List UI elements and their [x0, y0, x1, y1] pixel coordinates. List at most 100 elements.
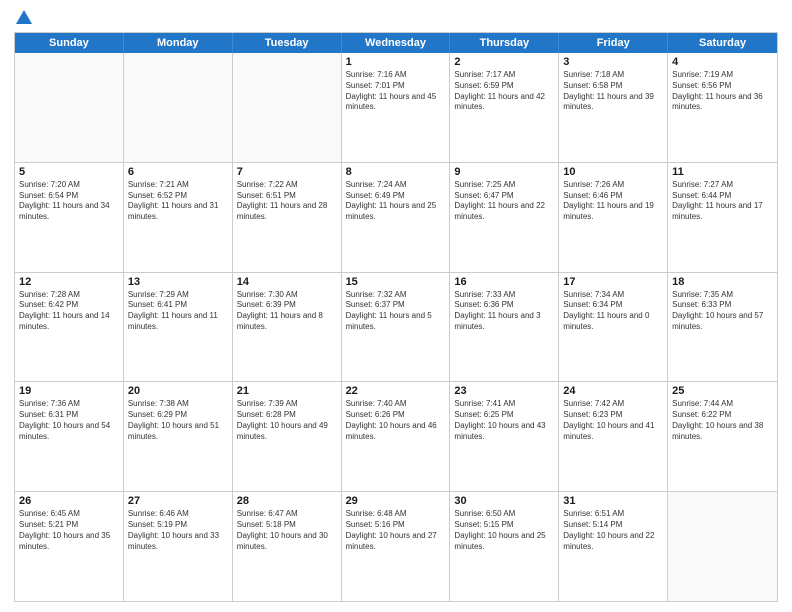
cell-info: Sunrise: 6:50 AM Sunset: 5:15 PM Dayligh…: [454, 509, 554, 552]
calendar-cell: 4 Sunrise: 7:19 AM Sunset: 6:56 PM Daylig…: [668, 53, 777, 162]
cell-info: Sunrise: 7:39 AM Sunset: 6:28 PM Dayligh…: [237, 399, 337, 442]
day-number: 1: [346, 56, 446, 68]
calendar-cell: 1 Sunrise: 7:16 AM Sunset: 7:01 PM Daylig…: [342, 53, 451, 162]
day-number: 21: [237, 385, 337, 397]
day-number: 8: [346, 166, 446, 178]
cell-info: Sunrise: 7:36 AM Sunset: 6:31 PM Dayligh…: [19, 399, 119, 442]
day-number: 19: [19, 385, 119, 397]
calendar-cell: [668, 492, 777, 601]
calendar-cell: 23 Sunrise: 7:41 AM Sunset: 6:25 PM Dayli…: [450, 382, 559, 491]
cell-info: Sunrise: 7:17 AM Sunset: 6:59 PM Dayligh…: [454, 70, 554, 113]
calendar-cell: 19 Sunrise: 7:36 AM Sunset: 6:31 PM Dayli…: [15, 382, 124, 491]
cell-info: Sunrise: 6:47 AM Sunset: 5:18 PM Dayligh…: [237, 509, 337, 552]
calendar-cell: 26Sunrise: 6:45 AM Sunset: 5:21 PM Dayli…: [15, 492, 124, 601]
day-number: 17: [563, 276, 663, 288]
day-number: 10: [563, 166, 663, 178]
calendar-header: SundayMondayTuesdayWednesdayThursdayFrid…: [15, 33, 777, 53]
day-number: 30: [454, 495, 554, 507]
cell-info: Sunrise: 6:45 AM Sunset: 5:21 PM Dayligh…: [19, 509, 119, 552]
day-number: 31: [563, 495, 663, 507]
logo-text: [14, 10, 32, 26]
cell-info: Sunrise: 7:20 AM Sunset: 6:54 PM Dayligh…: [19, 180, 119, 223]
day-number: 7: [237, 166, 337, 178]
calendar-cell: 28 Sunrise: 6:47 AM Sunset: 5:18 PM Dayli…: [233, 492, 342, 601]
calendar-cell: 6Sunrise: 7:21 AM Sunset: 6:52 PM Daylig…: [124, 163, 233, 272]
calendar-cell: 7 Sunrise: 7:22 AM Sunset: 6:51 PM Daylig…: [233, 163, 342, 272]
calendar-row: 12Sunrise: 7:28 AM Sunset: 6:42 PM Dayli…: [15, 272, 777, 382]
calendar-cell: 27 Sunrise: 6:46 AM Sunset: 5:19 PM Dayli…: [124, 492, 233, 601]
day-number: 5: [19, 166, 119, 178]
calendar-cell: 30 Sunrise: 6:50 AM Sunset: 5:15 PM Dayli…: [450, 492, 559, 601]
logo: [14, 10, 32, 26]
calendar: SundayMondayTuesdayWednesdayThursdayFrid…: [14, 32, 778, 602]
cell-info: Sunrise: 7:34 AM Sunset: 6:34 PM Dayligh…: [563, 290, 663, 333]
page: SundayMondayTuesdayWednesdayThursdayFrid…: [0, 0, 792, 612]
cell-info: Sunrise: 7:32 AM Sunset: 6:37 PM Dayligh…: [346, 290, 446, 333]
cell-info: Sunrise: 7:28 AM Sunset: 6:42 PM Dayligh…: [19, 290, 119, 333]
day-number: 9: [454, 166, 554, 178]
calendar-cell: 17 Sunrise: 7:34 AM Sunset: 6:34 PM Dayli…: [559, 273, 668, 382]
calendar-cell: [233, 53, 342, 162]
calendar-cell: 29 Sunrise: 6:48 AM Sunset: 5:16 PM Dayli…: [342, 492, 451, 601]
cell-info: Sunrise: 7:26 AM Sunset: 6:46 PM Dayligh…: [563, 180, 663, 223]
cell-info: Sunrise: 7:41 AM Sunset: 6:25 PM Dayligh…: [454, 399, 554, 442]
calendar-cell: [124, 53, 233, 162]
day-number: 14: [237, 276, 337, 288]
cell-info: Sunrise: 7:35 AM Sunset: 6:33 PM Dayligh…: [672, 290, 773, 333]
cell-info: Sunrise: 7:16 AM Sunset: 7:01 PM Dayligh…: [346, 70, 446, 113]
day-number: 2: [454, 56, 554, 68]
day-number: 16: [454, 276, 554, 288]
day-number: 15: [346, 276, 446, 288]
calendar-cell: 2 Sunrise: 7:17 AM Sunset: 6:59 PM Daylig…: [450, 53, 559, 162]
cell-info: Sunrise: 7:25 AM Sunset: 6:47 PM Dayligh…: [454, 180, 554, 223]
cell-info: Sunrise: 7:19 AM Sunset: 6:56 PM Dayligh…: [672, 70, 773, 113]
cell-info: Sunrise: 6:46 AM Sunset: 5:19 PM Dayligh…: [128, 509, 228, 552]
calendar-header-day: Sunday: [15, 33, 124, 53]
calendar-cell: 12Sunrise: 7:28 AM Sunset: 6:42 PM Dayli…: [15, 273, 124, 382]
calendar-header-day: Wednesday: [342, 33, 451, 53]
cell-info: Sunrise: 7:33 AM Sunset: 6:36 PM Dayligh…: [454, 290, 554, 333]
cell-info: Sunrise: 7:27 AM Sunset: 6:44 PM Dayligh…: [672, 180, 773, 223]
calendar-row: 1 Sunrise: 7:16 AM Sunset: 7:01 PM Daylig…: [15, 53, 777, 162]
cell-info: Sunrise: 7:22 AM Sunset: 6:51 PM Dayligh…: [237, 180, 337, 223]
calendar-header-day: Thursday: [450, 33, 559, 53]
day-number: 24: [563, 385, 663, 397]
cell-info: Sunrise: 7:42 AM Sunset: 6:23 PM Dayligh…: [563, 399, 663, 442]
cell-info: Sunrise: 6:48 AM Sunset: 5:16 PM Dayligh…: [346, 509, 446, 552]
calendar-row: 5 Sunrise: 7:20 AM Sunset: 6:54 PM Daylig…: [15, 162, 777, 272]
calendar-cell: 13 Sunrise: 7:29 AM Sunset: 6:41 PM Dayli…: [124, 273, 233, 382]
calendar-cell: 11 Sunrise: 7:27 AM Sunset: 6:44 PM Dayli…: [668, 163, 777, 272]
day-number: 11: [672, 166, 773, 178]
calendar-cell: 24 Sunrise: 7:42 AM Sunset: 6:23 PM Dayli…: [559, 382, 668, 491]
calendar-cell: 9 Sunrise: 7:25 AM Sunset: 6:47 PM Daylig…: [450, 163, 559, 272]
day-number: 27: [128, 495, 228, 507]
day-number: 13: [128, 276, 228, 288]
calendar-header-day: Saturday: [668, 33, 777, 53]
cell-info: Sunrise: 7:24 AM Sunset: 6:49 PM Dayligh…: [346, 180, 446, 223]
calendar-cell: 20Sunrise: 7:38 AM Sunset: 6:29 PM Dayli…: [124, 382, 233, 491]
calendar-cell: 8 Sunrise: 7:24 AM Sunset: 6:49 PM Daylig…: [342, 163, 451, 272]
calendar-cell: 31Sunrise: 6:51 AM Sunset: 5:14 PM Dayli…: [559, 492, 668, 601]
calendar-cell: 18 Sunrise: 7:35 AM Sunset: 6:33 PM Dayli…: [668, 273, 777, 382]
calendar-cell: 5 Sunrise: 7:20 AM Sunset: 6:54 PM Daylig…: [15, 163, 124, 272]
logo-triangle-icon: [16, 10, 32, 24]
day-number: 23: [454, 385, 554, 397]
cell-info: Sunrise: 7:40 AM Sunset: 6:26 PM Dayligh…: [346, 399, 446, 442]
calendar-header-day: Monday: [124, 33, 233, 53]
cell-info: Sunrise: 7:29 AM Sunset: 6:41 PM Dayligh…: [128, 290, 228, 333]
calendar-cell: 3Sunrise: 7:18 AM Sunset: 6:58 PM Daylig…: [559, 53, 668, 162]
day-number: 22: [346, 385, 446, 397]
day-number: 29: [346, 495, 446, 507]
day-number: 25: [672, 385, 773, 397]
day-number: 28: [237, 495, 337, 507]
calendar-cell: 16 Sunrise: 7:33 AM Sunset: 6:36 PM Dayli…: [450, 273, 559, 382]
day-number: 3: [563, 56, 663, 68]
calendar-cell: 22 Sunrise: 7:40 AM Sunset: 6:26 PM Dayli…: [342, 382, 451, 491]
day-number: 20: [128, 385, 228, 397]
calendar-header-day: Friday: [559, 33, 668, 53]
calendar-cell: 25 Sunrise: 7:44 AM Sunset: 6:22 PM Dayli…: [668, 382, 777, 491]
day-number: 4: [672, 56, 773, 68]
cell-info: Sunrise: 7:44 AM Sunset: 6:22 PM Dayligh…: [672, 399, 773, 442]
day-number: 6: [128, 166, 228, 178]
day-number: 18: [672, 276, 773, 288]
